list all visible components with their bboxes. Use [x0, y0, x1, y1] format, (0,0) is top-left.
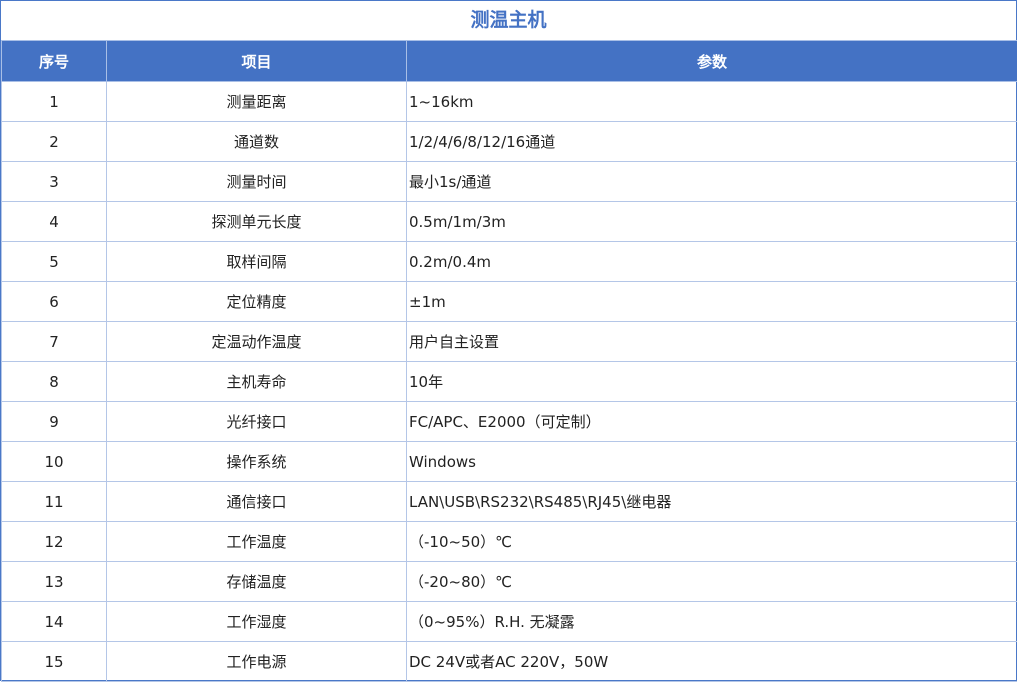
cell-no: 15 — [2, 642, 107, 682]
table-body: 1测量距离1~16km2通道数1/2/4/6/8/12/16通道3测量时间最小1… — [2, 82, 1017, 682]
cell-no: 14 — [2, 602, 107, 642]
table-row: 15工作电源DC 24V或者AC 220V，50W — [2, 642, 1017, 682]
cell-param: 0.5m/1m/3m — [407, 202, 1017, 242]
cell-no: 4 — [2, 202, 107, 242]
table-row: 2通道数1/2/4/6/8/12/16通道 — [2, 122, 1017, 162]
cell-param: 最小1s/通道 — [407, 162, 1017, 202]
header-no: 序号 — [2, 41, 107, 82]
cell-no: 5 — [2, 242, 107, 282]
spec-sheet: 测温主机 序号 项目 参数 1测量距离1~16km2通道数1/2/4/6/8/1… — [0, 0, 1017, 681]
cell-param: LAN\USB\RS232\RS485\RJ45\继电器 — [407, 482, 1017, 522]
cell-no: 12 — [2, 522, 107, 562]
cell-item: 工作温度 — [107, 522, 407, 562]
header-param: 参数 — [407, 41, 1017, 82]
cell-no: 9 — [2, 402, 107, 442]
table-row: 5取样间隔0.2m/0.4m — [2, 242, 1017, 282]
header-row: 序号 项目 参数 — [2, 41, 1017, 82]
table-row: 3测量时间最小1s/通道 — [2, 162, 1017, 202]
cell-item: 测量时间 — [107, 162, 407, 202]
cell-param: 1~16km — [407, 82, 1017, 122]
cell-param: DC 24V或者AC 220V，50W — [407, 642, 1017, 682]
cell-no: 13 — [2, 562, 107, 602]
table-row: 14工作湿度（0~95%）R.H. 无凝露 — [2, 602, 1017, 642]
cell-item: 主机寿命 — [107, 362, 407, 402]
cell-no: 6 — [2, 282, 107, 322]
cell-item: 工作湿度 — [107, 602, 407, 642]
table-row: 10操作系统Windows — [2, 442, 1017, 482]
table-row: 6定位精度±1m — [2, 282, 1017, 322]
cell-no: 2 — [2, 122, 107, 162]
cell-no: 11 — [2, 482, 107, 522]
cell-item: 通信接口 — [107, 482, 407, 522]
cell-item: 存储温度 — [107, 562, 407, 602]
table-row: 9光纤接口FC/APC、E2000（可定制） — [2, 402, 1017, 442]
cell-param: Windows — [407, 442, 1017, 482]
cell-no: 3 — [2, 162, 107, 202]
table-row: 12工作温度（-10~50）℃ — [2, 522, 1017, 562]
cell-item: 光纤接口 — [107, 402, 407, 442]
cell-param: （0~95%）R.H. 无凝露 — [407, 602, 1017, 642]
cell-item: 定温动作温度 — [107, 322, 407, 362]
page-title: 测温主机 — [1, 1, 1016, 40]
cell-item: 工作电源 — [107, 642, 407, 682]
cell-no: 10 — [2, 442, 107, 482]
cell-param: ±1m — [407, 282, 1017, 322]
table-row: 13存储温度（-20~80）℃ — [2, 562, 1017, 602]
table-row: 11通信接口LAN\USB\RS232\RS485\RJ45\继电器 — [2, 482, 1017, 522]
cell-no: 8 — [2, 362, 107, 402]
cell-item: 探测单元长度 — [107, 202, 407, 242]
spec-table: 序号 项目 参数 1测量距离1~16km2通道数1/2/4/6/8/12/16通… — [1, 40, 1017, 682]
cell-param: FC/APC、E2000（可定制） — [407, 402, 1017, 442]
cell-param: 0.2m/0.4m — [407, 242, 1017, 282]
table-row: 1测量距离1~16km — [2, 82, 1017, 122]
cell-param: 1/2/4/6/8/12/16通道 — [407, 122, 1017, 162]
table-row: 8主机寿命10年 — [2, 362, 1017, 402]
cell-item: 测量距离 — [107, 82, 407, 122]
cell-item: 定位精度 — [107, 282, 407, 322]
table-row: 7定温动作温度用户自主设置 — [2, 322, 1017, 362]
cell-param: 10年 — [407, 362, 1017, 402]
cell-item: 通道数 — [107, 122, 407, 162]
table-header: 序号 项目 参数 — [2, 41, 1017, 82]
cell-param: （-20~80）℃ — [407, 562, 1017, 602]
header-item: 项目 — [107, 41, 407, 82]
cell-no: 1 — [2, 82, 107, 122]
cell-param: 用户自主设置 — [407, 322, 1017, 362]
cell-no: 7 — [2, 322, 107, 362]
cell-item: 取样间隔 — [107, 242, 407, 282]
cell-item: 操作系统 — [107, 442, 407, 482]
cell-param: （-10~50）℃ — [407, 522, 1017, 562]
table-row: 4探测单元长度0.5m/1m/3m — [2, 202, 1017, 242]
